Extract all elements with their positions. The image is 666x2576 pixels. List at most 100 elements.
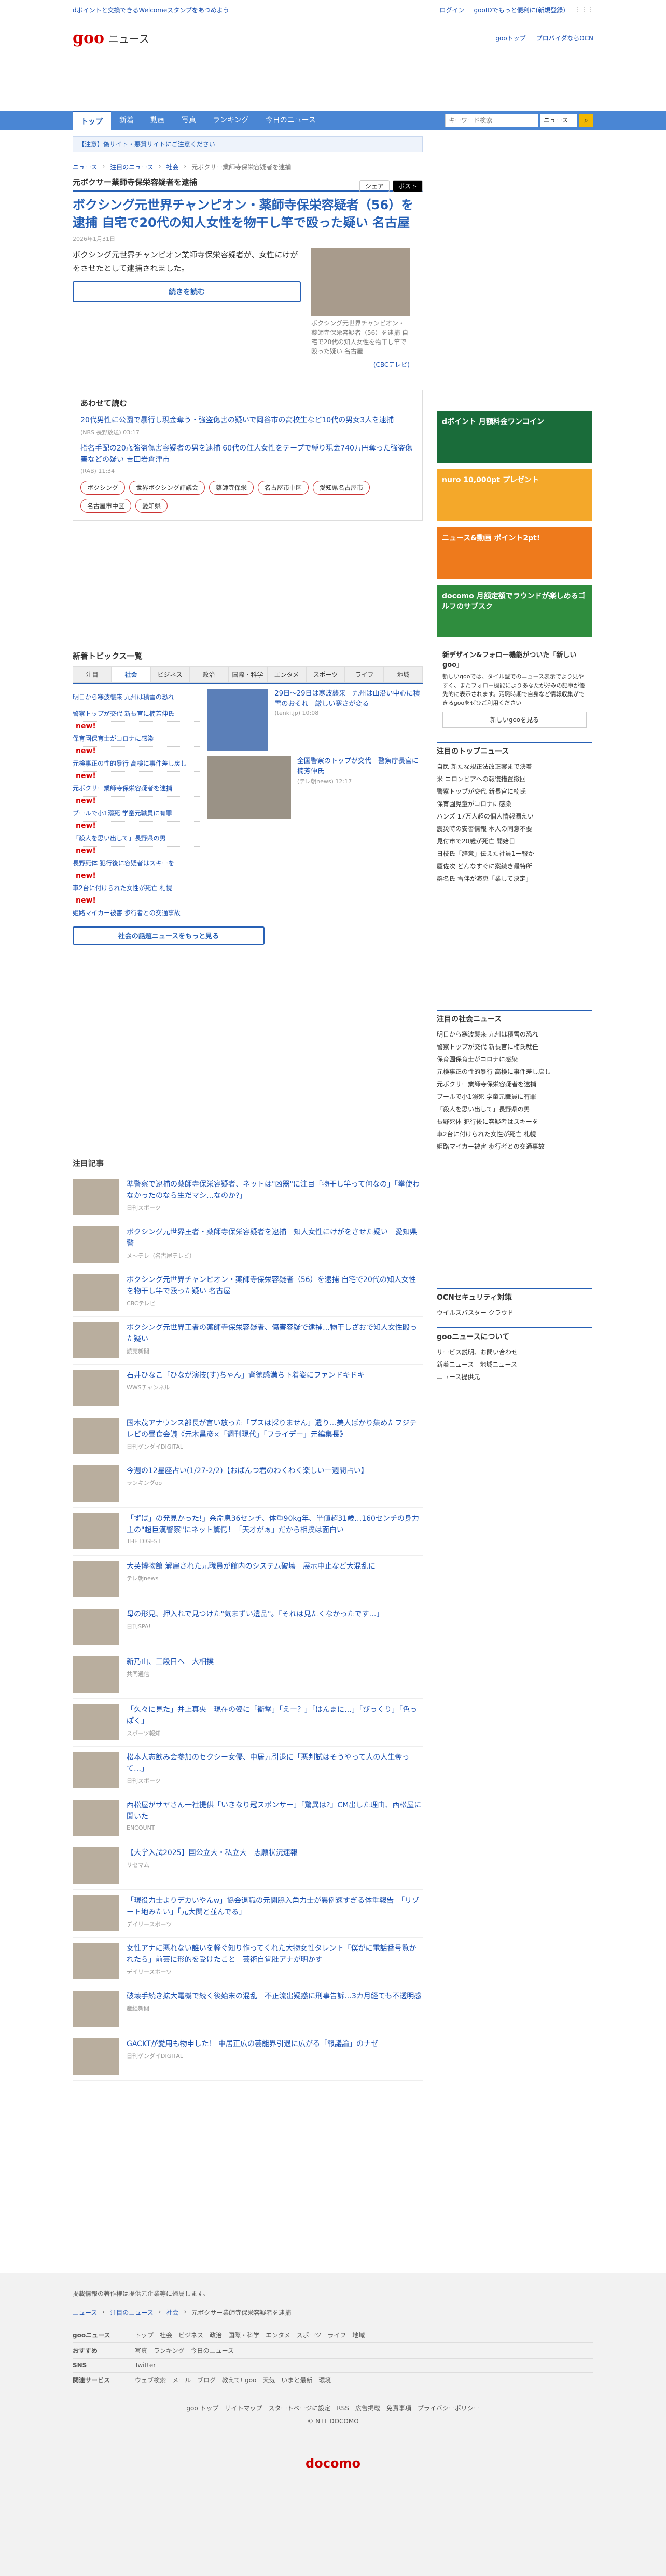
article-photo[interactable] [311,248,410,316]
share-button[interactable]: シェア [359,180,390,192]
ocn-link[interactable]: プロバイダならOCN [536,34,593,43]
attention-title[interactable]: 【大学入試2025】国公立大・私立大 志願状況速報 [127,1847,298,1859]
topic-item[interactable]: 「殺人を思い出して」長野県の男 [73,830,200,847]
attention-thumb[interactable] [73,1418,119,1454]
about-link[interactable]: サービス説明、お問い合わせ [437,1346,592,1358]
about-link[interactable]: 新着ニュース 地域ニュース [437,1358,592,1371]
sidebar-news-item[interactable]: 米 コロンビアへの報復措置撤回 [437,773,592,785]
attention-title[interactable]: 破壊手続き拡大電機で続く後始末の混乱 不正流出疑惑に刑事告訴…3カ月経ても不透明… [127,1991,421,2002]
related-link[interactable]: 20代男性に公園で暴行し現金奪う・強盗傷害の疑いで岡谷市の高校生など10代の男女… [80,415,415,426]
sidebar-news-item[interactable]: 警察トップが交代 新長官に楠氏 [437,785,592,798]
topic-tab[interactable]: ビジネス [150,666,189,683]
sidebar-news-item[interactable]: 警察トップが交代 新長官に楠氏就任 [437,1041,592,1053]
attention-thumb[interactable] [73,2038,119,2075]
attention-thumb[interactable] [73,1465,119,1502]
attention-title[interactable]: ボクシング元世界王者の薬師寺保栄容疑者、傷害容疑で逮捕…物干しざおで知人女性殴っ… [127,1322,423,1345]
topic-tab[interactable]: 注目 [73,666,112,683]
attention-item[interactable]: 国木茂アナウンス部長が言い放った「プスは採りません」遺り…美人ばかり集めたフジテ… [73,1412,423,1460]
attention-thumb[interactable] [73,1226,119,1263]
attention-item[interactable]: 新乃山、三段目へ 大相撲 共同通信 [73,1651,423,1699]
search-scope-select[interactable]: ニュース [540,114,577,127]
tag-chip[interactable]: 世界ボクシング評議会 [129,481,205,495]
attention-title[interactable]: 松本人志飲み会参加のセクシー女優、中居元引退に「悪判試はそうやって人の人生奪って… [127,1752,423,1775]
sidebar-news-item[interactable]: 明日から寒波襲来 九州は積雪の恐れ [437,1028,592,1041]
sidebar-news-item[interactable]: 元ボクサー業師寺保栄容疑者を逮捕 [437,1078,592,1091]
footer-row-links[interactable]: トップ 社会 ビジネス 政治 国際・科学 エンタメ スポーツ ライフ 地域 [135,2330,365,2339]
attention-thumb[interactable] [73,1274,119,1311]
sidebar-news-item[interactable]: ブールで小1溺死 学童元職員に有罪 [437,1091,592,1103]
scam-notice[interactable]: 【注意】偽サイト・悪質サイトにご注意ください [73,136,423,152]
promo-link[interactable]: dポイントと交換できるWelcomeスタンプをあつめよう [73,6,229,15]
topic-item[interactable]: 車2台に付けられた女性が死亡 札幌 [73,880,200,896]
attention-item[interactable]: 松本人志飲み会参加のセクシー女優、中居元引退に「悪判試はそうやって人の人生奪って… [73,1747,423,1794]
attention-title[interactable]: 国木茂アナウンス部長が言い放った「プスは採りません」遺り…美人ばかり集めたフジテ… [127,1418,423,1440]
login-link[interactable]: ログイン [440,6,465,15]
attention-item[interactable]: 【大学入試2025】国公立大・私立大 志願状況速報 リセマム [73,1842,423,1890]
sidebar-news-item[interactable]: 群名氏 雪伴が演恵「業して決定」 [437,873,592,885]
attention-item[interactable]: GACKTが愛用も物申した！ 中居正広の芸能界引退に広がる「報議論」のナゼ 日刊ゲ… [73,2033,423,2081]
topic-item[interactable]: 元ボクサー業師寺保栄容疑者を逮捕 [73,780,200,797]
crumb-featured[interactable]: 注目のニュース [110,162,153,171]
attention-thumb[interactable] [73,1513,119,1549]
crumb-society[interactable]: 社会 [166,2308,178,2317]
attention-item[interactable]: 「現役力士よりデカいやんw」協会退職の元関脇入角力士が異例速すぎる体重報告 「リ… [73,1890,423,1938]
attention-thumb[interactable] [73,1752,119,1788]
attention-item[interactable]: 女性アナに悪れない誰いを軽ぐ知り作ってくれた大物女性タレント「僕がに電話番号覧か… [73,1938,423,1985]
attention-item[interactable]: ボクシング元世界チャンピオン・薬師寺保栄容疑者（56）を逮捕 自宅で20代の知人… [73,1269,423,1317]
related-link[interactable]: 指名手配の20歳強盗傷害容疑者の男を逮捕 60代の住人女性をテープで縛り現金74… [80,443,415,466]
tab-ranking[interactable]: ランキング [204,111,257,130]
sidebar-news-item[interactable]: 保育園児童がコロナに感染 [437,798,592,810]
sidebar-news-item[interactable]: 保育園保育士がコロナに感染 [437,1053,592,1066]
attention-title[interactable]: 「現役力士よりデカいやんw」協会退職の元関脇入角力士が異例速すぎる体重報告 「リ… [127,1895,423,1918]
topic-tab[interactable]: 社会 [112,666,150,683]
footer-row-links[interactable]: Twitter [135,2362,156,2369]
attention-item[interactable]: 大英博物館 解雇された元職員が館内のシステム破壊 展示中止など大混乱に テレ朝ne… [73,1556,423,1603]
sidebar-news-item[interactable]: 姫路マイカー被害 歩行者との交通事故 [437,1140,592,1153]
attention-item[interactable]: 母の形見、押入れで見つけた"気まずい遺品"。「それは見たくなかったです…」 日刊S… [73,1603,423,1651]
attention-thumb[interactable] [73,1609,119,1645]
topic-item[interactable]: 保育園保育士がコロナに感染 [73,730,200,747]
topic-photo-title[interactable]: 全国警察のトップが交代 警察庁長官に楠芳伸氏 [297,756,423,777]
attention-title[interactable]: 新乃山、三段目へ 大相撲 [127,1656,214,1668]
crumb-news[interactable]: ニュース [73,162,97,171]
article-title[interactable]: ボクシング元世界チャンピオン・薬師寺保栄容疑者（56）を逮捕 自宅で20代の知人… [73,196,423,231]
attention-thumb[interactable] [73,1322,119,1358]
attention-title[interactable]: 準警察で逮捕の薬師寺保栄容疑者、ネットは"凶器"に注目「物干し竿って何なの」「拳… [127,1179,423,1202]
topic-tab[interactable]: 国際・科学 [228,666,267,683]
post-button[interactable]: ポスト [392,180,423,192]
attention-title[interactable]: 今週の12星座占い(1/27-2/2)【おばんつ君のわくわく楽しい一週間占い】 [127,1465,368,1477]
topic-item[interactable]: 長野死体 犯行後に容疑者はスキーを [73,855,200,871]
attention-thumb[interactable] [73,1704,119,1740]
attention-item[interactable]: ボクシング元世界王者・薬師寺保栄容疑者を逮捕 知人女性にけがをさせた疑い 愛知県… [73,1221,423,1269]
attention-thumb[interactable] [73,1370,119,1406]
attention-title[interactable]: 大英博物館 解雇された元職員が館内のシステム破壊 展示中止など大混乱に [127,1561,376,1572]
grid-icon[interactable]: ⋮⋮⋮ [575,6,593,13]
tab-video[interactable]: 動画 [142,111,173,130]
more-topics-button[interactable]: 社会の話題ニュースをもっと見る [73,926,265,945]
footer-row-links[interactable]: 写真 ランキング 今日のニュース [135,2346,234,2355]
attention-thumb[interactable] [73,1656,119,1693]
attention-item[interactable]: 石井ひなこ「ひなが演技(す)ちゃん」背徳感満ち下着姿にファンドキドキ WWSチャン… [73,1365,423,1412]
sidebar-news-item[interactable]: 元検事正の性的暴行 高検に事件差し戻し [437,1066,592,1078]
attention-title[interactable]: 「ずば」の発見かった!」余命息36センチ、体重90kg年、半値超31歳…160セ… [127,1513,423,1536]
photo-source[interactable]: (CBCテレビ) [311,360,410,369]
new-goo-button[interactable]: 新しいgooを見る [442,712,587,728]
attention-item[interactable]: 西松屋がサヤさん一社提供「いきなり冠スポンサー」「驚異は?」CM出した理由、西松… [73,1794,423,1842]
ad-banner[interactable]: nuro 10,000pt プレゼント [437,469,592,521]
topic-tab[interactable]: 政治 [189,666,228,683]
topic-tab[interactable]: ライフ [345,666,384,683]
sidebar-news-item[interactable]: 自民 新たな規正法改正案まで決着 [437,760,592,773]
footer-row-links[interactable]: ウェブ検索 メール ブログ 教えて! goo 天気 いまと最新 環境 [135,2376,331,2384]
sidebar-news-item[interactable]: 日枝氏「辞意」伝えた社員1一報か [437,848,592,860]
footer-links[interactable]: goo トップ サイトマップ スタートページに設定 RSS 広告掲載 免責事項 … [73,2404,593,2413]
crumb-news[interactable]: ニュース [73,2308,97,2317]
goo-top-link[interactable]: gooトップ [495,34,525,43]
attention-thumb[interactable] [73,1561,119,1597]
register-link[interactable]: gooIDでもっと便利に(新規登録) [474,6,565,15]
tab-photo[interactable]: 写真 [173,111,204,130]
attention-item[interactable]: ボクシング元世界王者の薬師寺保栄容疑者、傷害容疑で逮捕…物干しざおで知人女性殴っ… [73,1317,423,1365]
crumb-featured[interactable]: 注目のニュース [110,2308,153,2317]
about-link[interactable]: ニュース提供元 [437,1371,592,1383]
tag-chip[interactable]: 薬師寺保栄 [209,481,254,495]
attention-title[interactable]: 西松屋がサヤさん一社提供「いきなり冠スポンサー」「驚異は?」CM出した理由、西松… [127,1800,423,1822]
